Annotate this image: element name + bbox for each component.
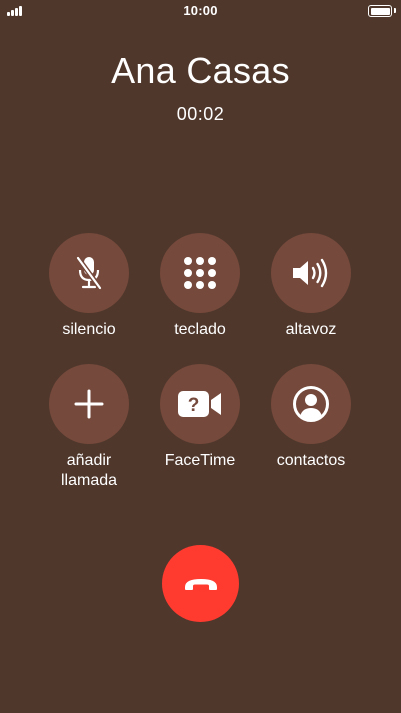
- speaker-icon: [293, 258, 328, 288]
- battery-tip: [394, 8, 396, 13]
- add-call-circle[interactable]: [49, 364, 129, 444]
- end-call-button[interactable]: [162, 545, 239, 622]
- facetime-label: FaceTime: [164, 452, 236, 469]
- mute-circle[interactable]: [49, 233, 129, 313]
- mute-label: silencio: [62, 321, 116, 338]
- mute-button[interactable]: silencio: [34, 233, 144, 340]
- facetime-button[interactable]: ? FaceTime: [145, 364, 255, 471]
- facetime-circle[interactable]: ?: [160, 364, 240, 444]
- speaker-label: altavoz: [285, 321, 337, 338]
- plus-icon: [74, 389, 104, 419]
- keypad-label: teclado: [174, 321, 226, 338]
- facetime-icon: ?: [178, 391, 221, 417]
- status-bar: 10:00: [0, 0, 401, 22]
- speaker-circle[interactable]: [271, 233, 351, 313]
- keypad-button[interactable]: teclado: [145, 233, 255, 340]
- call-timer: 00:02: [176, 104, 225, 124]
- keypad-icon: [184, 257, 216, 289]
- caller-name: Ana Casas: [111, 50, 290, 91]
- speaker-button[interactable]: altavoz: [256, 233, 366, 340]
- status-time: 10:00: [183, 3, 218, 18]
- svg-text:?: ?: [188, 395, 200, 416]
- add-call-button[interactable]: añadir llamada: [34, 364, 144, 491]
- contacts-button[interactable]: contactos: [256, 364, 366, 471]
- contact-icon: [293, 386, 329, 422]
- add-call-label: añadir llamada: [60, 452, 118, 489]
- contacts-circle[interactable]: [271, 364, 351, 444]
- keypad-circle[interactable]: [160, 233, 240, 313]
- contacts-label: contactos: [276, 452, 346, 469]
- battery-icon: [368, 5, 392, 17]
- microphone-muted-icon: [75, 256, 103, 290]
- end-call-icon: [184, 578, 217, 590]
